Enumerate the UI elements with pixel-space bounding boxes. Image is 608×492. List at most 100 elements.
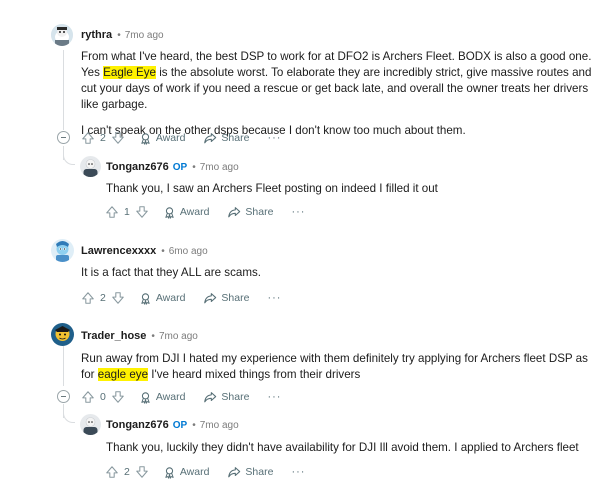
share-icon [227,465,241,479]
comment-body: From what I've heard, the best DSP to wo… [81,49,606,139]
more-icon: ··· [267,391,282,403]
share-icon [227,205,241,219]
upvote-button[interactable] [81,390,95,404]
upvote-button[interactable] [81,131,95,145]
downvote-icon [135,205,149,219]
author-name[interactable]: Tonganz676 [106,419,169,431]
upvote-button[interactable] [81,291,95,305]
more-options-button[interactable]: ··· [267,292,281,304]
comment-actions: 2 Award Share ··· [81,290,281,306]
highlighted-term: Eagle Eye [103,66,156,79]
share-icon [203,390,217,404]
upvote-button[interactable] [105,205,119,219]
avatar-rythra[interactable] [51,24,73,46]
upvote-icon [81,131,95,145]
award-icon [139,132,152,145]
award-button[interactable]: Award [163,466,209,479]
downvote-icon [135,465,149,479]
downvote-button[interactable] [111,390,125,404]
more-icon: ··· [291,206,306,218]
award-button[interactable]: Award [163,206,209,219]
timestamp: 7mo ago [124,29,164,41]
separator-dot: • [192,419,196,431]
award-icon [139,391,152,404]
comment-meta: rythra • 7mo ago [81,29,164,41]
collapse-thread-button[interactable] [57,390,70,403]
timestamp: 6mo ago [168,245,208,257]
vote-count: 2 [100,132,106,144]
share-button[interactable]: Share [203,131,249,145]
author-name[interactable]: Tonganz676 [106,161,169,173]
comment-body: Thank you, luckily they didn't have avai… [106,441,579,454]
separator-dot: • [151,330,155,342]
award-button[interactable]: Award [139,132,185,145]
author-name[interactable]: Trader_hose [81,330,146,342]
comment-actions: 2 Award Share ··· [81,130,281,146]
comment-meta: Tonganz676 OP • 7mo ago [106,161,239,173]
comment-meta: Tonganz676 OP • 7mo ago [106,419,239,431]
comment-actions: 0 Award Share ··· [81,389,281,405]
more-options-button[interactable]: ··· [267,391,281,403]
separator-dot: • [192,161,196,173]
share-icon [203,291,217,305]
thread-line-main [63,50,64,130]
comment-meta: Trader_hose • 7mo ago [81,330,198,342]
upvote-button[interactable] [105,465,119,479]
more-icon: ··· [291,466,306,478]
avatar-tonganz676[interactable] [80,156,101,177]
separator-dot: • [117,29,121,41]
comment-body: Thank you, I saw an Archers Fleet postin… [106,182,438,195]
author-name[interactable]: rythra [81,29,112,41]
comment-paragraph: From what I've heard, the best DSP to wo… [81,50,592,111]
downvote-button[interactable] [111,131,125,145]
more-options-button[interactable]: ··· [267,132,281,144]
upvote-icon [105,465,119,479]
avatar-tonganz676[interactable] [80,414,101,435]
award-icon [163,206,176,219]
comment-body: It is a fact that they ALL are scams. [81,266,262,279]
share-button[interactable]: Share [203,390,249,404]
comment-actions: 2 Award Share ··· [105,464,305,480]
downvote-icon [111,131,125,145]
more-icon: ··· [267,292,282,304]
downvote-button[interactable] [135,205,149,219]
vote-count: 0 [100,391,106,403]
upvote-icon [81,390,95,404]
downvote-button[interactable] [135,465,149,479]
upvote-icon [81,291,95,305]
comment-actions: 1 Award Share ··· [105,204,305,220]
share-button[interactable]: Share [227,205,273,219]
thread-line-trader [63,344,64,386]
op-badge: OP [172,419,188,431]
avatar-lawrencexxxx[interactable] [51,239,74,262]
collapse-thread-button[interactable] [57,131,70,144]
award-button[interactable]: Award [139,391,185,404]
share-button[interactable]: Share [227,465,273,479]
more-options-button[interactable]: ··· [291,206,305,218]
upvote-icon [105,205,119,219]
share-icon [203,131,217,145]
author-name[interactable]: Lawrencexxxx [81,245,156,257]
more-icon: ··· [267,132,282,144]
avatar-trader-hose[interactable] [51,323,74,346]
downvote-button[interactable] [111,291,125,305]
award-icon [163,466,176,479]
award-button[interactable]: Award [139,292,185,305]
more-options-button[interactable]: ··· [291,466,305,478]
op-badge: OP [172,161,188,173]
comment-meta: Lawrencexxxx • 6mo ago [81,245,208,257]
share-button[interactable]: Share [203,291,249,305]
vote-count: 1 [124,206,130,218]
timestamp: 7mo ago [199,161,239,173]
thread-curve-reply-2 [63,413,75,423]
timestamp: 7mo ago [158,330,198,342]
separator-dot: • [161,245,165,257]
downvote-icon [111,390,125,404]
highlighted-term: eagle eye [97,368,149,381]
thread-curve-reply-1 [63,155,75,165]
timestamp: 7mo ago [199,419,239,431]
comment-body: Run away from DJI I hated my experience … [81,352,588,381]
vote-count: 2 [100,292,106,304]
award-icon [139,292,152,305]
vote-count: 2 [124,466,130,478]
